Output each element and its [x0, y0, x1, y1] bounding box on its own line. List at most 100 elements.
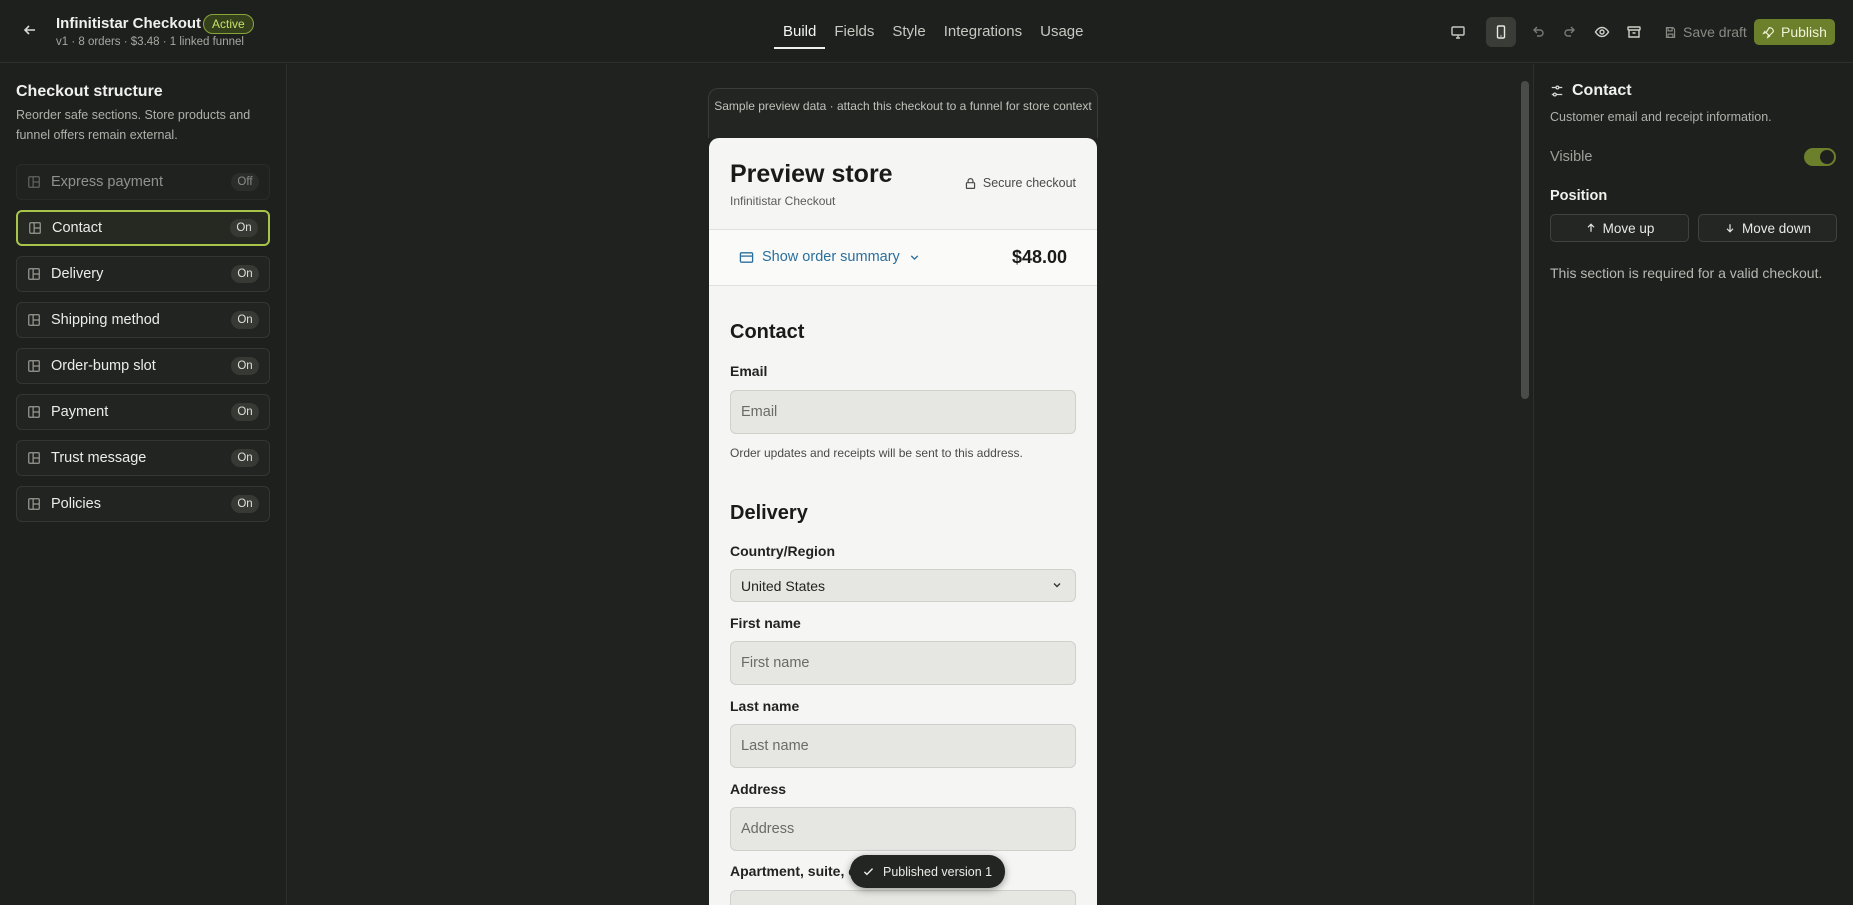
tab-bar: Build Fields Style Integrations Usage — [774, 0, 1092, 63]
archive-icon[interactable] — [1619, 17, 1649, 47]
show-order-summary-toggle[interactable]: Show order summary — [739, 249, 921, 265]
layout-icon — [28, 406, 40, 418]
email-label: Email — [730, 363, 768, 379]
summary-link-label: Show order summary — [762, 249, 900, 265]
layout-icon — [28, 268, 40, 280]
save-icon — [1665, 26, 1676, 38]
check-icon — [863, 868, 874, 876]
move-up-label: Move up — [1602, 220, 1655, 236]
move-down-button[interactable]: Move down — [1698, 214, 1837, 242]
order-total: $48.00 — [1011, 247, 1067, 267]
top-bar: Infinitistar Checkout Active v1 · 8 orde… — [0, 0, 1853, 63]
section-state-badge: Off — [231, 173, 259, 191]
layout-icon — [28, 314, 40, 326]
save-draft-label: Save draft — [1683, 24, 1747, 40]
address-label: Address — [730, 781, 787, 797]
section-label: Order-bump slot — [51, 358, 156, 374]
section-label: Payment — [51, 404, 109, 420]
rocket-icon — [1762, 26, 1774, 39]
section-label: Shipping method — [51, 312, 160, 328]
layout-icon — [28, 176, 40, 188]
layout-icon — [28, 360, 40, 372]
back-arrow-icon[interactable] — [22, 22, 42, 42]
section-item-trust-message[interactable]: Trust message On — [16, 440, 270, 476]
section-item-payment[interactable]: Payment On — [16, 394, 270, 430]
canvas-scrollbar[interactable] — [1521, 81, 1529, 399]
card-icon — [739, 251, 754, 263]
chevron-down-icon — [1053, 583, 1061, 588]
email-field[interactable]: Email — [730, 390, 1076, 434]
apartment-field[interactable] — [730, 890, 1076, 905]
move-up-button[interactable]: Move up — [1550, 214, 1689, 242]
section-state-badge: On — [231, 403, 259, 421]
undo-icon[interactable] — [1523, 17, 1553, 47]
section-item-express-payment[interactable]: Express payment Off — [16, 164, 270, 200]
chevron-down-icon — [910, 254, 919, 260]
inspector-panel: Contact Customer email and receipt infor… — [1533, 64, 1853, 905]
first-name-label: First name — [730, 615, 801, 631]
status-badge: Active — [203, 14, 254, 34]
section-state-badge: On — [231, 265, 259, 283]
section-state-badge: On — [231, 357, 259, 375]
tab-build[interactable]: Build — [774, 0, 826, 63]
country-value: United States — [741, 577, 826, 594]
first-name-field[interactable]: First name — [730, 641, 1076, 685]
section-item-contact[interactable]: Contact On — [16, 210, 270, 246]
publish-button[interactable]: Publish — [1754, 19, 1835, 45]
tab-integrations[interactable]: Integrations — [935, 0, 1031, 63]
section-state-badge: On — [231, 311, 259, 329]
lock-icon — [965, 177, 976, 189]
publish-label: Publish — [1781, 24, 1827, 40]
eye-icon[interactable] — [1587, 17, 1617, 47]
inspector-title-label: Contact — [1572, 82, 1632, 99]
mobile-icon[interactable] — [1486, 17, 1516, 47]
last-name-label: Last name — [730, 698, 800, 714]
address-field[interactable]: Address — [730, 807, 1076, 851]
country-select[interactable]: United States — [730, 569, 1076, 602]
email-helper-text: Order updates and receipts will be sent … — [730, 446, 1023, 460]
save-draft-button[interactable]: Save draft — [1656, 19, 1755, 45]
tab-usage[interactable]: Usage — [1031, 0, 1092, 63]
store-subtitle: Infinitistar Checkout — [730, 194, 836, 208]
section-item-shipping-method[interactable]: Shipping method On — [16, 302, 270, 338]
desktop-icon[interactable] — [1443, 17, 1473, 47]
sliders-icon — [1551, 85, 1563, 97]
secure-checkout: Secure checkout — [964, 176, 1076, 190]
redo-icon[interactable] — [1555, 17, 1585, 47]
inspector-title: Contact — [1550, 82, 1632, 100]
arrow-up-icon — [1587, 223, 1595, 232]
required-note: This section is required for a valid che… — [1550, 265, 1823, 281]
preview-notice: Sample preview data · attach this checko… — [708, 88, 1098, 138]
checkout-preview: Preview store Infinitistar Checkout Secu… — [709, 138, 1097, 905]
tab-style[interactable]: Style — [883, 0, 934, 63]
visible-toggle[interactable] — [1804, 148, 1836, 166]
secure-label: Secure checkout — [982, 176, 1076, 190]
country-label: Country/Region — [730, 543, 835, 559]
layout-icon — [28, 498, 40, 510]
layout-icon — [28, 452, 40, 464]
section-item-delivery[interactable]: Delivery On — [16, 256, 270, 292]
panel-title: Checkout structure — [16, 83, 163, 100]
inspector-description: Customer email and receipt information. — [1550, 110, 1772, 124]
visible-label: Visible — [1550, 149, 1593, 165]
last-name-field[interactable]: Last name — [730, 724, 1076, 768]
section-label: Contact — [52, 220, 102, 236]
move-down-label: Move down — [1741, 220, 1812, 236]
store-title: Preview store — [730, 160, 893, 188]
app-title: Infinitistar Checkout — [56, 15, 202, 32]
contact-heading: Contact — [730, 321, 805, 343]
toast-notification: Published version 1 — [850, 855, 1006, 888]
section-state-badge: On — [230, 219, 258, 237]
position-label: Position — [1550, 188, 1608, 204]
toast-message: Published version 1 — [883, 864, 993, 879]
tab-fields[interactable]: Fields — [825, 0, 883, 63]
section-item-order-bump-slot[interactable]: Order-bump slot On — [16, 348, 270, 384]
section-label: Trust message — [51, 450, 147, 466]
section-label: Delivery — [51, 266, 104, 282]
section-item-policies[interactable]: Policies On — [16, 486, 270, 522]
section-state-badge: On — [231, 495, 259, 513]
section-label: Express payment — [51, 174, 164, 190]
delivery-heading: Delivery — [730, 502, 808, 524]
arrow-down-icon — [1726, 224, 1734, 233]
layout-icon — [29, 222, 41, 234]
